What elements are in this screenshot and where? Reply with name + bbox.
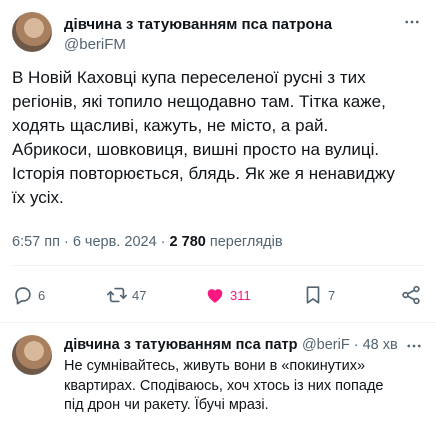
tweet-actions: 6 47 311 7: [12, 283, 424, 307]
author-handle[interactable]: @beriFM: [64, 36, 126, 53]
heart-filled-icon: [207, 289, 223, 303]
retweet-count: 47: [132, 287, 147, 303]
tweet-timestamp[interactable]: 6:57 пп · 6 черв. 2024 ·: [12, 234, 170, 250]
reply-author-name[interactable]: дівчина з татуюванням пса патр: [64, 337, 297, 353]
reply-separator: ·: [349, 337, 363, 353]
retweet-icon: [107, 287, 127, 303]
more-options-button[interactable]: [402, 12, 422, 32]
tweet-meta: 6:57 пп · 6 черв. 2024 · 2 780 перегляді…: [12, 234, 424, 250]
avatar[interactable]: [12, 335, 52, 375]
more-horizontal-icon: [407, 344, 421, 348]
views-count: 2 780: [169, 234, 206, 250]
views-label: переглядів: [205, 234, 283, 250]
retweet-button[interactable]: 47: [106, 283, 146, 307]
reply-count: 6: [38, 287, 46, 303]
tweet-text: В Новій Каховці купа переселеної русні з…: [12, 68, 395, 207]
bookmark-button[interactable]: 7: [302, 283, 335, 307]
bookmark-icon: [306, 286, 320, 304]
reply-button[interactable]: 6: [12, 283, 45, 307]
reply-text: Не сумнівайтесь, живуть вони в «покинути…: [64, 358, 384, 413]
main-tweet-header: дівчина з татуюванням пса патрона @beriF…: [12, 10, 424, 54]
like-button[interactable]: 311: [204, 283, 251, 307]
divider: [12, 265, 424, 266]
like-count: 311: [230, 287, 251, 303]
reply-timestamp[interactable]: 48 хв: [363, 337, 398, 353]
share-icon: [402, 285, 420, 305]
reply-icon: [15, 287, 31, 305]
share-button[interactable]: [400, 283, 422, 307]
author-name[interactable]: дівчина з татуюванням пса патрона: [64, 16, 332, 33]
bookmark-count: 7: [328, 287, 336, 303]
divider: [0, 322, 436, 323]
more-horizontal-icon: [405, 20, 419, 24]
more-options-button[interactable]: [404, 336, 424, 356]
avatar[interactable]: [12, 12, 52, 52]
reply-header: дівчина з татуюванням пса патр @beriF · …: [64, 336, 424, 356]
tweet-thread: дівчина з татуюванням пса патрона @beriF…: [0, 0, 436, 424]
reply-author-handle[interactable]: @beriF: [302, 337, 350, 353]
